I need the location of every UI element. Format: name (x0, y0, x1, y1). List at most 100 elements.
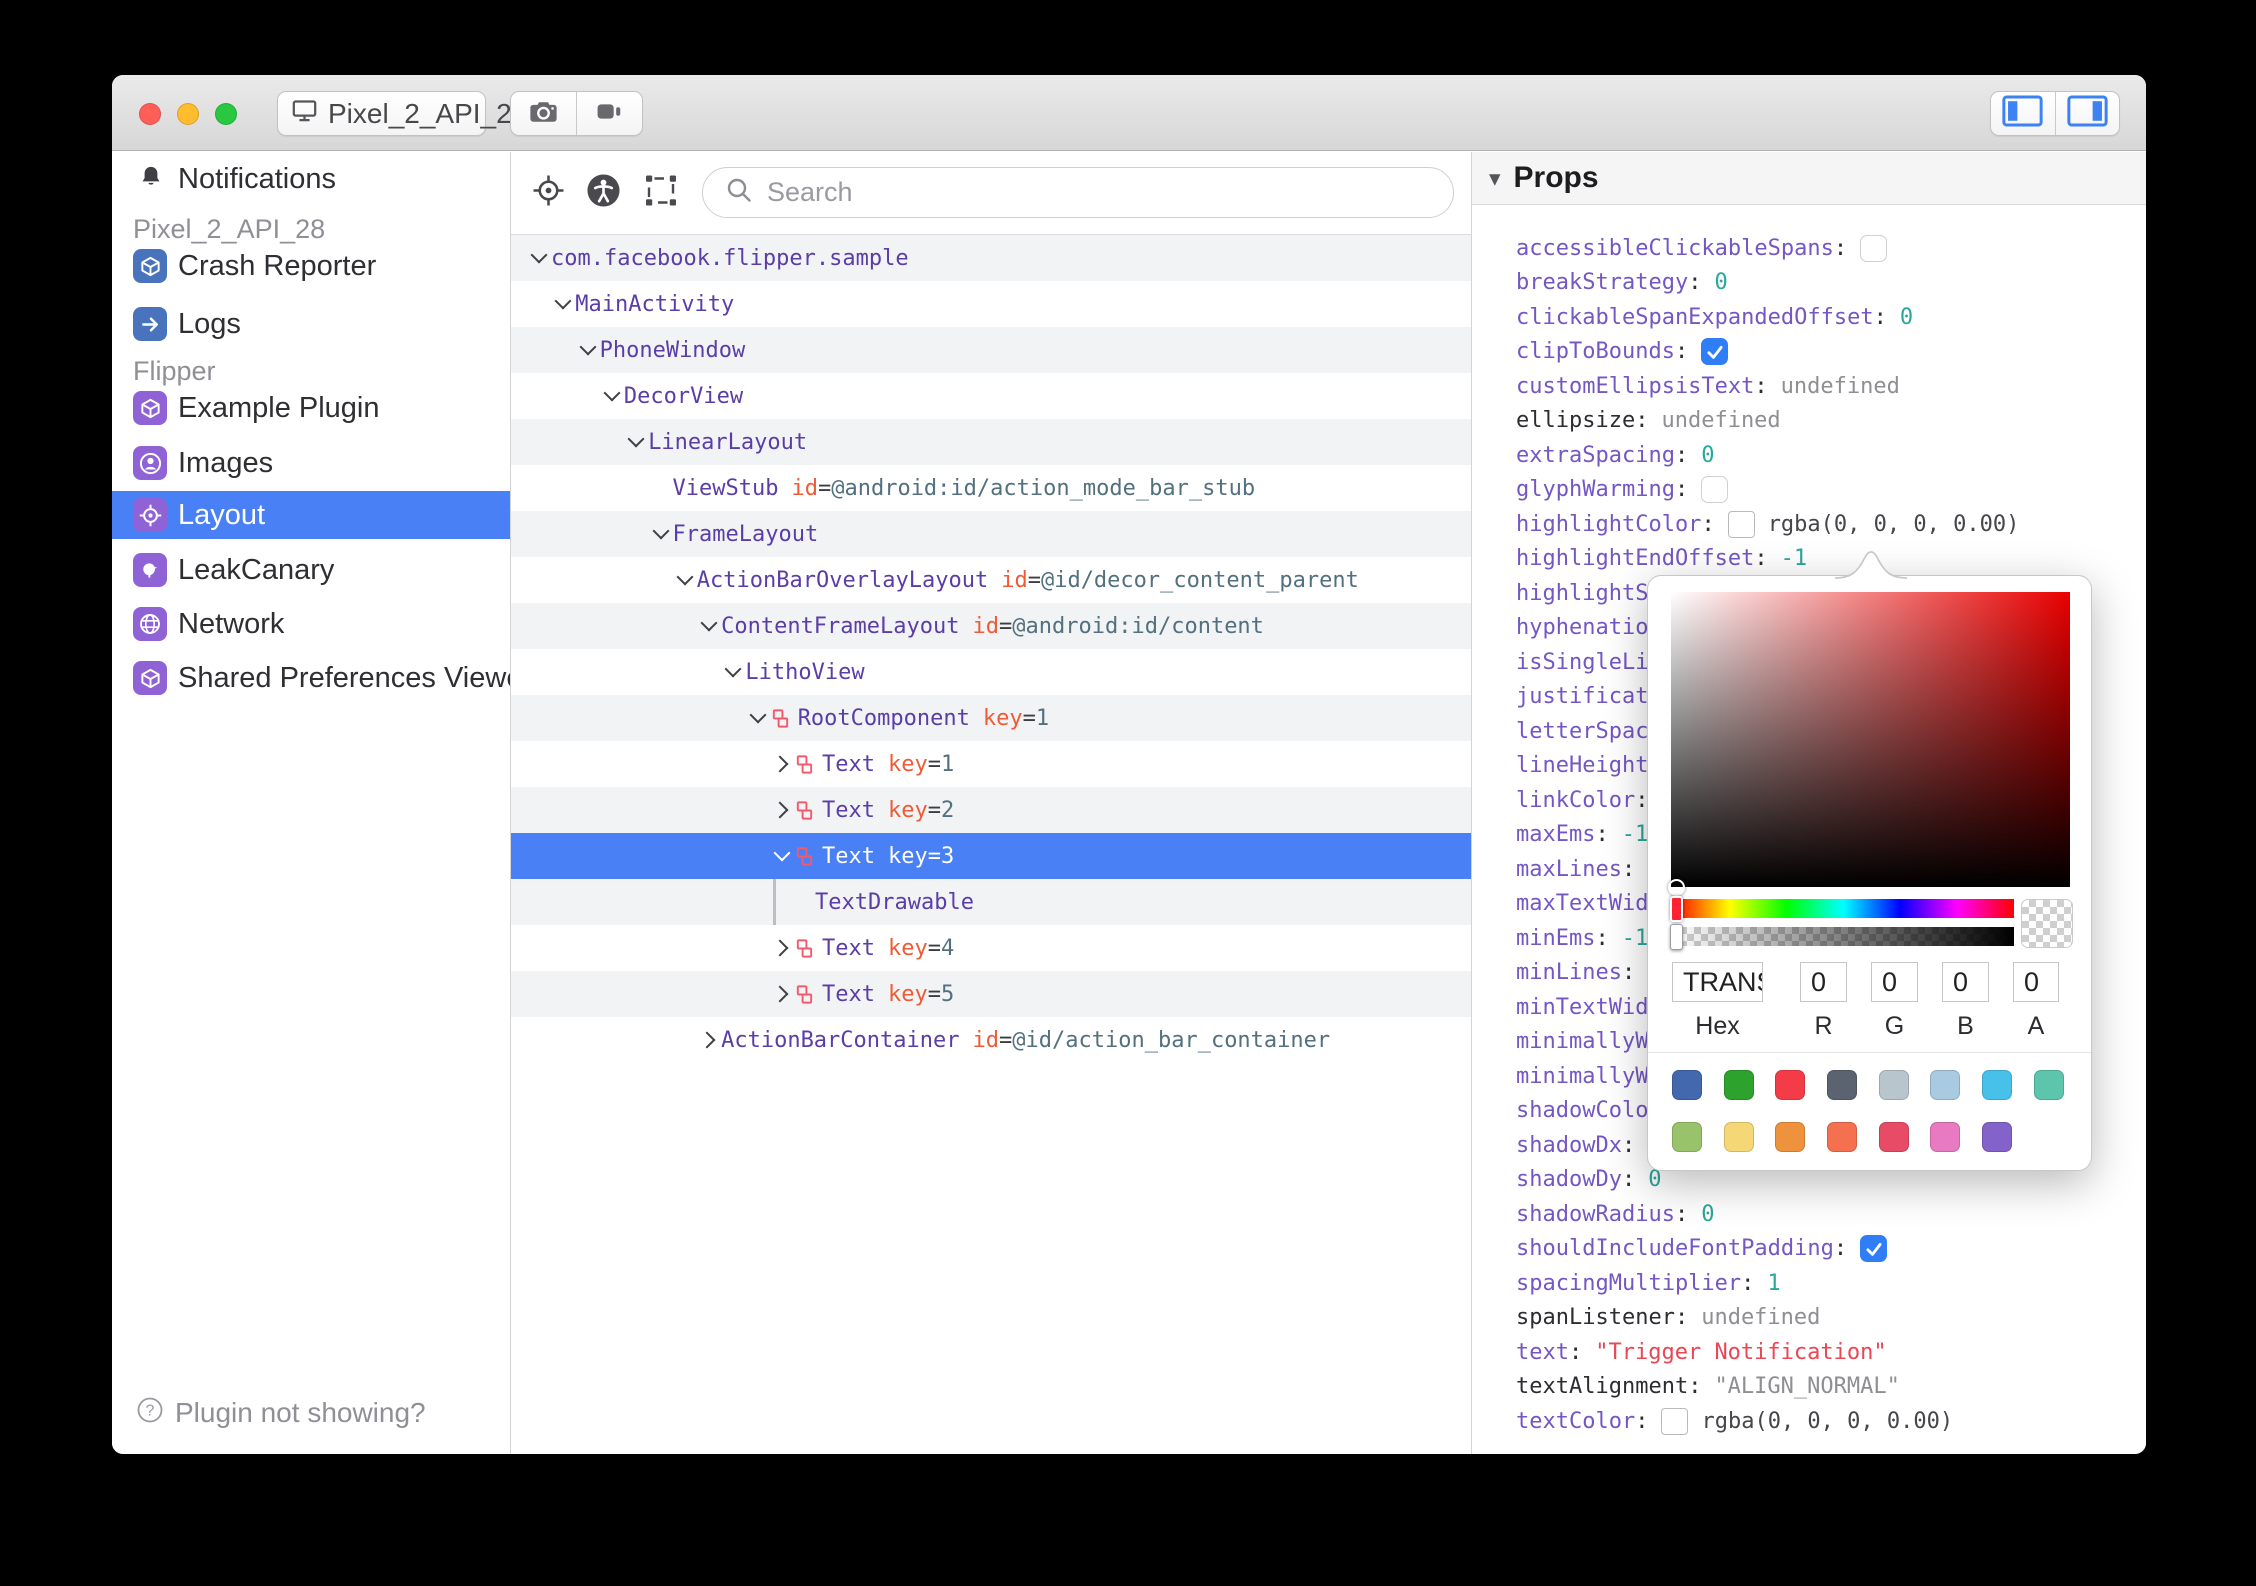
tree-node-text-key-4[interactable]: Text key = 4 (511, 925, 1471, 971)
tree-node-linearlayout[interactable]: LinearLayout (511, 419, 1471, 465)
props-header[interactable]: ▾ Props (1472, 152, 2146, 205)
tree-toolbar (511, 152, 1471, 235)
chevron-right-icon[interactable] (773, 800, 794, 821)
tree-node-mainactivity[interactable]: MainActivity (511, 281, 1471, 327)
color-swatch-5c6370[interactable] (1827, 1070, 1858, 1100)
g-input[interactable] (1871, 962, 1918, 1002)
prop-label: justificat (1516, 684, 1649, 710)
screen-record-button[interactable] (576, 92, 642, 135)
tree-node-text-key-5[interactable]: Text key = 5 (511, 971, 1471, 1017)
tree-node-textdrawable[interactable]: TextDrawable (511, 879, 1471, 925)
chevron-right-icon[interactable] (773, 984, 794, 1005)
color-swatch-f4704e[interactable] (1827, 1122, 1858, 1152)
titlebar[interactable]: Pixel_2_API_28 (112, 75, 2146, 151)
tree-node-name: MainActivity (575, 291, 735, 317)
tree-node-actionbaroverlaylayout-id-id-decor-content-parent[interactable]: ActionBarOverlayLayout id = @id/decor_conte… (511, 557, 1471, 603)
alpha-handle[interactable] (1670, 923, 1683, 950)
sidebar-item-network[interactable]: Network (112, 604, 510, 644)
hue-handle[interactable] (1670, 895, 1683, 922)
tree-attr-equals: = (927, 935, 941, 961)
prop-checkbox-checked[interactable] (1860, 1235, 1888, 1263)
prop-colon: : (1621, 856, 1636, 882)
chevron-down-icon[interactable] (676, 570, 697, 591)
accessibility-icon[interactable] (586, 173, 621, 213)
plugin-not-showing-link[interactable]: ? Plugin not showing? (136, 1393, 426, 1433)
a-input[interactable] (2013, 962, 2059, 1002)
chevron-down-icon[interactable] (627, 432, 648, 453)
sidebar-item-layout[interactable]: Layout (112, 491, 510, 539)
chevron-down-icon[interactable] (554, 294, 575, 315)
screenshot-button[interactable] (511, 92, 576, 135)
sidebar-item-notifications[interactable]: Notifications (112, 159, 510, 199)
chevron-down-icon[interactable] (652, 524, 673, 545)
tree-node-decorview[interactable]: DecorView (511, 373, 1471, 419)
sidebar-item-crash-reporter[interactable]: Crash Reporter (112, 246, 510, 286)
color-swatch-ef923d[interactable] (1775, 1122, 1806, 1152)
tree-node-viewstub-id-android-id-action-mode-bar-stub[interactable]: ViewStub id = @android:id/action_mode_bar_s… (511, 465, 1471, 511)
toggle-right-sidebar-button[interactable] (2054, 92, 2120, 135)
hue-slider[interactable] (1670, 895, 2014, 922)
color-swatch-48c1ea[interactable] (1982, 1070, 2013, 1100)
hex-input[interactable] (1672, 962, 1763, 1002)
chevron-right-icon[interactable] (773, 754, 794, 775)
chevron-down-icon[interactable] (724, 662, 745, 683)
tree-node-contentframelayout-id-android-id-content[interactable]: ContentFrameLayout id = @android:id/content (511, 603, 1471, 649)
color-swatch-b9c5cd[interactable] (1878, 1070, 1909, 1100)
tree-node-phonewindow[interactable]: PhoneWindow (511, 327, 1471, 373)
tree-node-actionbarcontainer-id-id-action-bar-container[interactable]: ActionBarContainer id = @id/action_bar_cont… (511, 1017, 1471, 1063)
tree-node-text-key-3[interactable]: Text key = 3 (511, 833, 1471, 879)
sidebar-item-shared-preferences-viewe[interactable]: Shared Preferences Viewe (112, 658, 510, 698)
chevron-down-icon[interactable] (773, 846, 794, 867)
search-input[interactable] (765, 176, 1453, 209)
tree-node-lithoview[interactable]: LithoView (511, 649, 1471, 695)
tree-node-com-facebook-flipper-sample[interactable]: com.facebook.flipper.sample (511, 235, 1471, 281)
chevron-down-icon[interactable] (749, 708, 770, 729)
color-swatch-e84b65[interactable] (1878, 1122, 1909, 1152)
minimize-button[interactable] (177, 103, 199, 125)
sidebar-item-logs[interactable]: Logs (112, 304, 510, 344)
toggle-left-sidebar-button[interactable] (1991, 92, 2055, 135)
device-selector-button[interactable]: Pixel_2_API_28 (277, 91, 527, 136)
chevron-down-icon[interactable] (579, 340, 600, 361)
color-swatch-5cc5ab[interactable] (2033, 1070, 2064, 1100)
saturation-handle[interactable] (1668, 879, 1685, 896)
tree-attr-equals: = (999, 613, 1013, 639)
color-swatch-a8cbe1[interactable] (1930, 1070, 1961, 1100)
color-swatch-4468ad[interactable] (1672, 1070, 1702, 1100)
chevron-right-icon[interactable] (700, 1030, 721, 1051)
search-field[interactable] (702, 167, 1454, 218)
prop-color-swatch[interactable] (1661, 1407, 1689, 1435)
sidebar-item-example-plugin[interactable]: Example Plugin (112, 388, 510, 428)
saturation-gradient[interactable] (1668, 592, 2070, 896)
color-swatch-99c36a[interactable] (1672, 1122, 1702, 1152)
tree-node-text-key-1[interactable]: Text key = 1 (511, 741, 1471, 787)
tree-node-text-key-2[interactable]: Text key = 2 (511, 787, 1471, 833)
tree-node-framelayout[interactable]: FrameLayout (511, 511, 1471, 557)
prop-checkbox-checked[interactable] (1701, 338, 1729, 366)
tree-attr-key: key (887, 935, 928, 961)
sidebar-item-leakcanary[interactable]: LeakCanary (112, 550, 510, 590)
close-button[interactable] (139, 103, 161, 125)
prop-colon: : (1688, 270, 1702, 296)
zoom-button[interactable] (215, 103, 237, 125)
chevron-right-icon[interactable] (773, 938, 794, 959)
color-swatch-f43c49[interactable] (1775, 1070, 1806, 1100)
prop-checkbox-unchecked[interactable] (1860, 234, 1888, 262)
alpha-slider[interactable] (1670, 923, 2014, 950)
chevron-down-icon[interactable] (700, 616, 721, 637)
expand-icon[interactable] (644, 174, 678, 213)
color-swatch-e87ac1[interactable] (1930, 1122, 1961, 1152)
prop-checkbox-unchecked[interactable] (1701, 476, 1729, 504)
target-icon[interactable] (531, 173, 566, 213)
b-input[interactable] (1942, 962, 1989, 1002)
color-swatch-2da32d[interactable] (1723, 1070, 1754, 1100)
color-swatch-8363c9[interactable] (1982, 1122, 2013, 1152)
sidebar-item-label: Images (178, 446, 274, 479)
chevron-down-icon[interactable] (603, 386, 624, 407)
color-swatch-f6d775[interactable] (1723, 1122, 1754, 1152)
tree-node-rootcomponent-key-1[interactable]: RootComponent key = 1 (511, 695, 1471, 741)
prop-color-swatch[interactable] (1727, 510, 1755, 538)
r-input[interactable] (1800, 962, 1847, 1002)
chevron-down-icon[interactable] (530, 248, 551, 269)
sidebar-item-images[interactable]: Images (112, 443, 510, 483)
